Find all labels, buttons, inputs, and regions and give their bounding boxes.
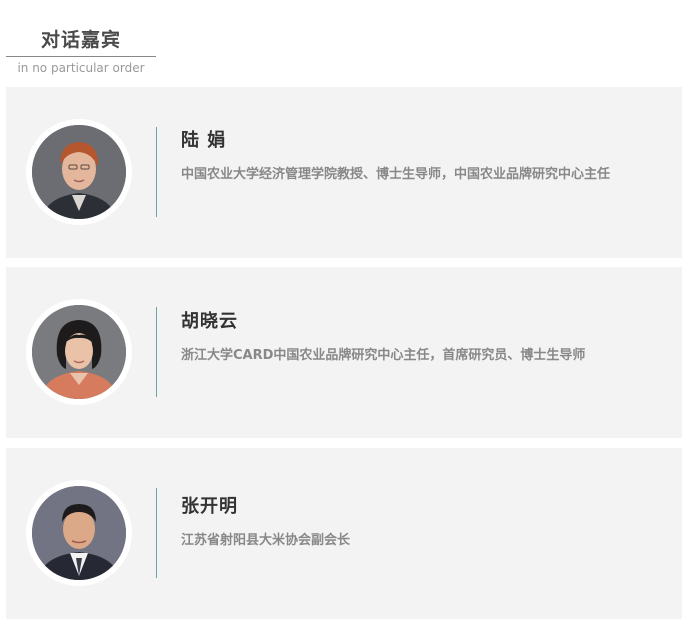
section-header: 对话嘉宾 in no particular order [6,26,156,77]
guest-title: 浙江大学CARD中国农业品牌研究中心主任，首席研究员、博士生导师 [181,348,586,363]
guest-card: 张开明 江苏省射阳县大米协会副会长 [6,448,682,619]
guest-info: 张开明 江苏省射阳县大米协会副会长 [181,494,661,555]
section-subtitle: in no particular order [17,61,145,75]
accent-divider [156,307,157,397]
guest-name: 胡晓云 [181,311,238,332]
guest-info: 陆 娟 中国农业大学经济管理学院教授、博士生导师，中国农业品牌研究中心主任 [181,128,661,189]
accent-divider [156,127,157,217]
guest-name: 陆 娟 [181,130,227,151]
section-title: 对话嘉宾 [40,29,121,51]
guest-card: 陆 娟 中国农业大学经济管理学院教授、博士生导师，中国农业品牌研究中心主任 [6,87,682,258]
guest-title: 中国农业大学经济管理学院教授、博士生导师，中国农业品牌研究中心主任 [181,167,611,182]
header-divider [6,56,156,57]
guest-title: 江苏省射阳县大米协会副会长 [181,533,351,548]
avatar-frame [26,119,132,225]
guest-name: 张开明 [181,496,238,517]
guest-info: 胡晓云 浙江大学CARD中国农业品牌研究中心主任，首席研究员、博士生导师 [181,309,661,370]
guest-avatar-photo [32,305,126,399]
accent-divider [156,488,157,578]
avatar-frame [26,480,132,586]
guest-card: 胡晓云 浙江大学CARD中国农业品牌研究中心主任，首席研究员、博士生导师 [6,267,682,438]
guest-avatar-photo [32,486,126,580]
guest-avatar-photo [32,125,126,219]
avatar-frame [26,299,132,405]
